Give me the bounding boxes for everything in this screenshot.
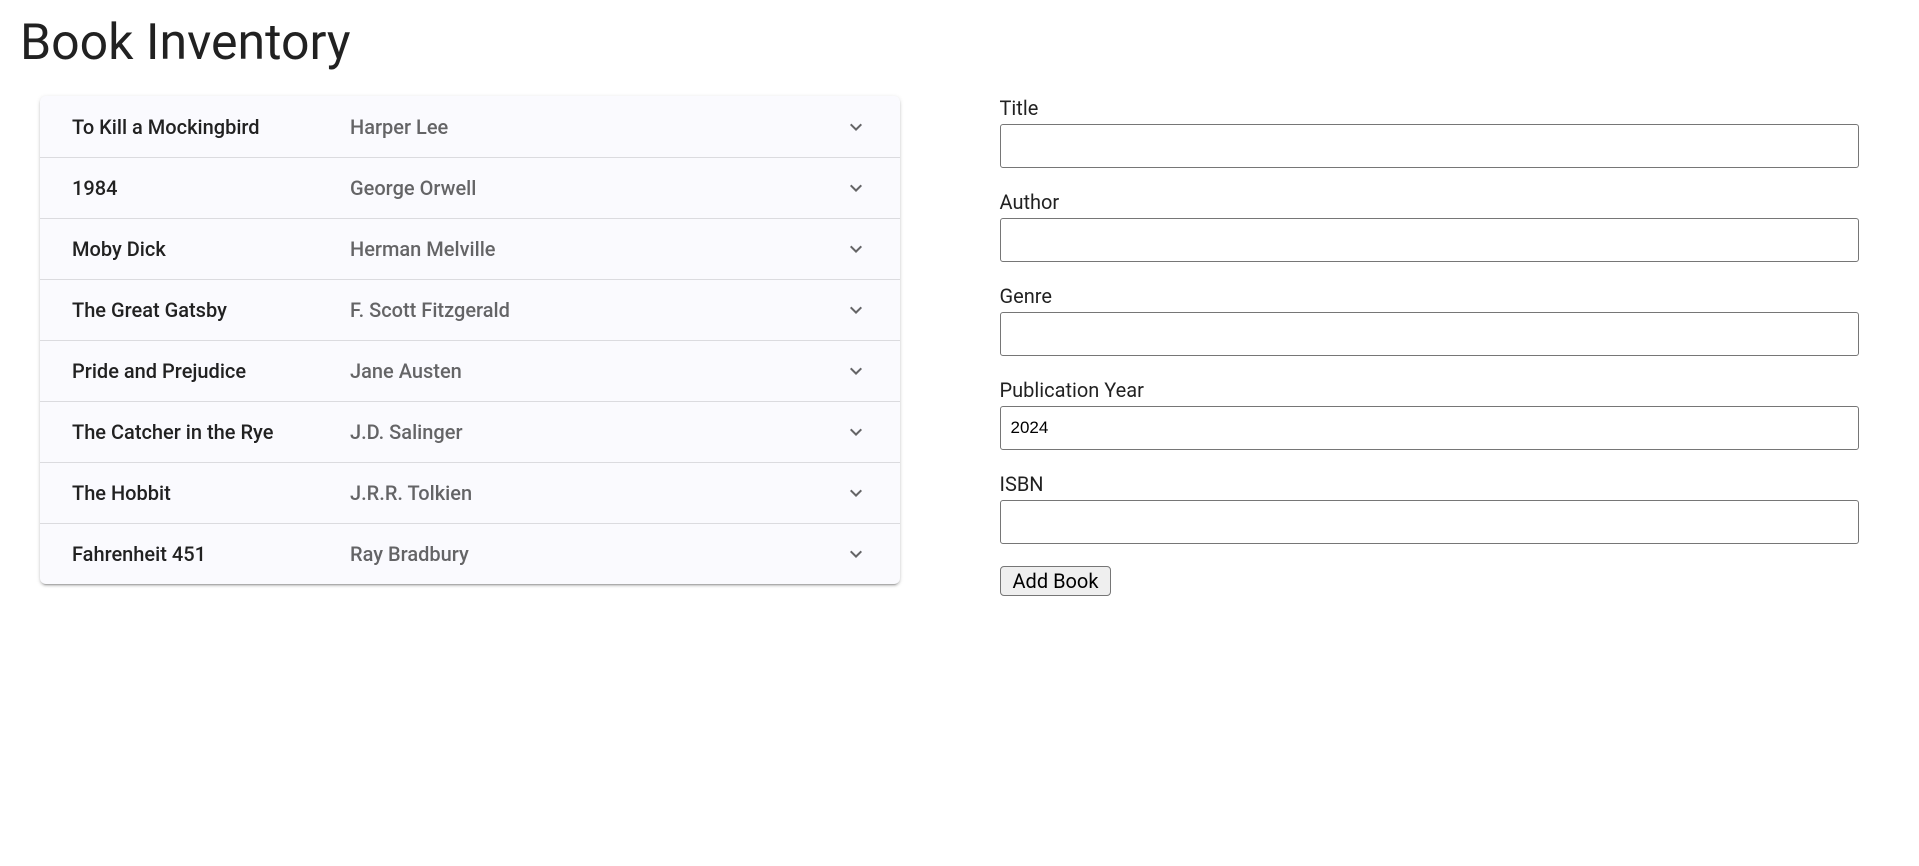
book-author: George Orwell bbox=[350, 176, 844, 200]
book-title: The Catcher in the Rye bbox=[72, 420, 350, 444]
page-title: Book Inventory bbox=[20, 14, 1919, 72]
genre-field: Genre bbox=[1000, 284, 1860, 356]
isbn-field: ISBN bbox=[1000, 472, 1860, 544]
book-accordion: To Kill a MockingbirdHarper Lee1984Georg… bbox=[40, 96, 900, 584]
add-book-form: Title Author Genre Publication Year ISBN… bbox=[1000, 96, 1900, 596]
book-row[interactable]: Fahrenheit 451Ray Bradbury bbox=[40, 523, 900, 584]
book-title: Moby Dick bbox=[72, 237, 350, 261]
author-label: Author bbox=[1000, 190, 1860, 214]
book-row[interactable]: The HobbitJ.R.R. Tolkien bbox=[40, 462, 900, 523]
book-row[interactable]: The Catcher in the RyeJ.D. Salinger bbox=[40, 401, 900, 462]
book-author: Jane Austen bbox=[350, 359, 844, 383]
book-row[interactable]: Moby DickHerman Melville bbox=[40, 218, 900, 279]
chevron-down-icon bbox=[844, 420, 868, 444]
book-title: To Kill a Mockingbird bbox=[72, 115, 350, 139]
isbn-label: ISBN bbox=[1000, 472, 1860, 496]
add-book-button[interactable]: Add Book bbox=[1000, 566, 1112, 596]
publication-year-input[interactable] bbox=[1000, 406, 1860, 450]
book-title: The Great Gatsby bbox=[72, 298, 350, 322]
book-title: 1984 bbox=[72, 176, 350, 200]
main-columns: To Kill a MockingbirdHarper Lee1984Georg… bbox=[0, 96, 1919, 596]
book-author: J.D. Salinger bbox=[350, 420, 844, 444]
chevron-down-icon bbox=[844, 176, 868, 200]
book-row[interactable]: 1984George Orwell bbox=[40, 157, 900, 218]
chevron-down-icon bbox=[844, 542, 868, 566]
genre-input[interactable] bbox=[1000, 312, 1860, 356]
chevron-down-icon bbox=[844, 298, 868, 322]
chevron-down-icon bbox=[844, 359, 868, 383]
chevron-down-icon bbox=[844, 481, 868, 505]
chevron-down-icon bbox=[844, 237, 868, 261]
book-author: J.R.R. Tolkien bbox=[350, 481, 844, 505]
book-row[interactable]: The Great GatsbyF. Scott Fitzgerald bbox=[40, 279, 900, 340]
book-author: F. Scott Fitzgerald bbox=[350, 298, 844, 322]
book-author: Herman Melville bbox=[350, 237, 844, 261]
book-row[interactable]: Pride and PrejudiceJane Austen bbox=[40, 340, 900, 401]
isbn-input[interactable] bbox=[1000, 500, 1860, 544]
publication-year-label: Publication Year bbox=[1000, 378, 1860, 402]
title-field: Title bbox=[1000, 96, 1860, 168]
book-title: The Hobbit bbox=[72, 481, 350, 505]
title-input[interactable] bbox=[1000, 124, 1860, 168]
publication-year-field: Publication Year bbox=[1000, 378, 1860, 450]
book-author: Ray Bradbury bbox=[350, 542, 844, 566]
book-author: Harper Lee bbox=[350, 115, 844, 139]
author-input[interactable] bbox=[1000, 218, 1860, 262]
author-field: Author bbox=[1000, 190, 1860, 262]
book-list-column: To Kill a MockingbirdHarper Lee1984Georg… bbox=[20, 96, 940, 596]
genre-label: Genre bbox=[1000, 284, 1860, 308]
book-row[interactable]: To Kill a MockingbirdHarper Lee bbox=[40, 96, 900, 157]
book-title: Pride and Prejudice bbox=[72, 359, 350, 383]
title-label: Title bbox=[1000, 96, 1860, 120]
chevron-down-icon bbox=[844, 115, 868, 139]
book-title: Fahrenheit 451 bbox=[72, 542, 350, 566]
